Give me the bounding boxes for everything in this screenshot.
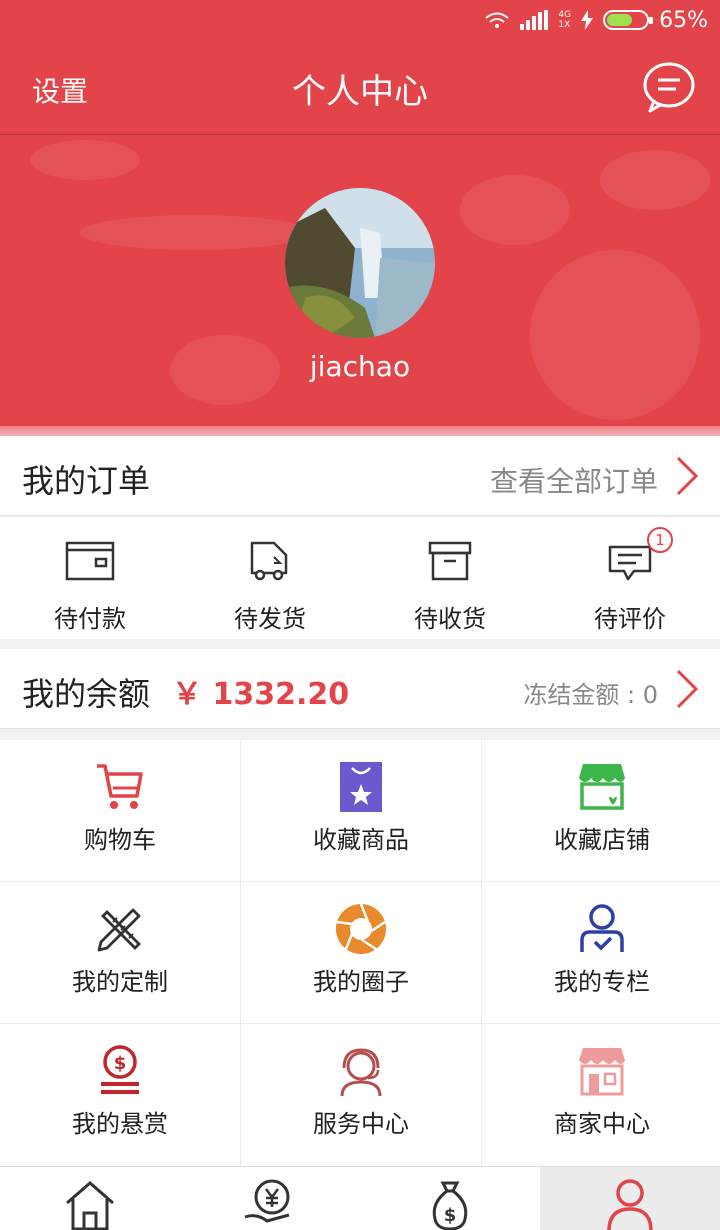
svg-text:$: $ — [444, 1205, 457, 1226]
grid-item-label: 我的悬赏 — [72, 1110, 168, 1138]
wifi-icon — [485, 12, 510, 28]
order-status-pending-receipt[interactable]: 待收货 — [360, 517, 540, 639]
orders-header[interactable]: 我的订单 查看全部订单 — [0, 436, 720, 516]
balance-amount: ￥ 1332.20 — [172, 677, 350, 712]
tab-money[interactable]: $ — [360, 1167, 540, 1230]
profile-icon — [607, 1179, 653, 1230]
header-area: 4G 1X 65% 设置 个人中心 jiachao — [0, 0, 720, 436]
balance-row[interactable]: 我的余额 ￥ 1332.20 冻结金额 : 0 — [0, 649, 720, 729]
order-status-bar: 待付款 待发货 待收货 1 待评价 — [0, 517, 720, 639]
tab-home[interactable] — [0, 1167, 180, 1230]
money-bag-icon: $ — [432, 1181, 468, 1230]
tab-finance[interactable] — [180, 1167, 360, 1230]
grid-item-customization[interactable]: 我的定制 — [0, 882, 240, 1023]
chevron-right-icon — [676, 669, 699, 709]
network-top: 4G — [558, 10, 572, 20]
shop-icon — [579, 1048, 625, 1096]
order-status-pending-payment[interactable]: 待付款 — [0, 517, 180, 639]
wallet-icon — [65, 541, 115, 581]
pencil-ruler-icon — [97, 908, 141, 952]
app-bar: 设置 个人中心 — [0, 40, 720, 135]
avatar-image — [285, 188, 435, 338]
svg-text:$: $ — [114, 1053, 127, 1074]
grid-item-label: 购物车 — [84, 826, 156, 854]
order-status-label: 待评价 — [594, 605, 666, 633]
order-status-label: 待付款 — [54, 605, 126, 633]
favorite-store-icon — [579, 764, 625, 810]
headset-icon — [340, 1048, 382, 1097]
grid-item-label: 我的圈子 — [313, 968, 409, 996]
battery-icon — [603, 10, 654, 30]
grid-item-label: 收藏商品 — [313, 826, 409, 854]
grid-item-reward[interactable]: $ 我的悬赏 — [0, 1024, 240, 1166]
network-type: 4G 1X — [558, 10, 571, 30]
network-bottom: 1X — [558, 20, 571, 30]
truck-icon — [250, 541, 288, 581]
order-status-pending-shipment[interactable]: 待发货 — [180, 517, 360, 639]
battery-percent: 65% — [659, 7, 708, 33]
box-icon — [428, 541, 472, 581]
frozen-amount: 冻结金额 : 0 — [523, 681, 658, 709]
home-icon — [66, 1181, 114, 1230]
battery-level — [607, 14, 632, 26]
grid-item-cart[interactable]: 购物车 — [0, 740, 240, 881]
balance-title: 我的余额 — [22, 675, 151, 713]
user-column-icon — [580, 904, 624, 952]
header-bottom-wave — [0, 426, 720, 436]
avatar[interactable] — [285, 188, 435, 338]
finance-icon — [244, 1179, 290, 1223]
profile-section: jiachao — [0, 136, 720, 436]
charging-icon — [581, 10, 594, 30]
grid-item-label: 我的专栏 — [554, 968, 650, 996]
view-all-orders-link[interactable]: 查看全部订单 — [490, 460, 658, 500]
feature-grid: 购物车 收藏商品 收藏店铺 我的定制 我的圈子 我的专栏 $ 我的悬赏 服务中心… — [0, 740, 720, 1166]
order-status-label: 待收货 — [414, 605, 486, 633]
bottom-tab-bar: $ — [0, 1166, 720, 1230]
signal-icon — [520, 10, 549, 30]
tab-profile[interactable] — [540, 1167, 720, 1230]
grid-item-circle[interactable]: 我的圈子 — [241, 882, 481, 1023]
aperture-icon — [336, 903, 386, 954]
username: jiachao — [309, 350, 411, 383]
favorite-goods-icon — [340, 762, 382, 812]
order-status-pending-review[interactable]: 1 待评价 — [540, 517, 720, 639]
grid-item-label: 服务中心 — [313, 1110, 409, 1138]
cart-icon — [97, 764, 143, 809]
reward-coin-icon: $ — [101, 1045, 139, 1094]
orders-title: 我的订单 — [22, 462, 151, 500]
grid-item-label: 收藏店铺 — [554, 826, 650, 854]
grid-item-favorite-store[interactable]: 收藏店铺 — [482, 740, 720, 881]
grid-item-label: 商家中心 — [554, 1110, 650, 1138]
review-count-badge: 1 — [647, 527, 673, 553]
grid-item-label: 我的定制 — [72, 968, 168, 996]
grid-item-merchant-center[interactable]: 商家中心 — [482, 1024, 720, 1166]
grid-item-favorite-goods[interactable]: 收藏商品 — [241, 740, 481, 881]
chevron-right-icon — [676, 456, 699, 496]
order-status-label: 待发货 — [234, 605, 306, 633]
grid-item-service-center[interactable]: 服务中心 — [241, 1024, 481, 1166]
status-bar: 4G 1X 65% — [0, 0, 720, 40]
message-icon[interactable] — [642, 60, 696, 114]
grid-item-column[interactable]: 我的专栏 — [482, 882, 720, 1023]
page-title: 个人中心 — [292, 72, 428, 112]
